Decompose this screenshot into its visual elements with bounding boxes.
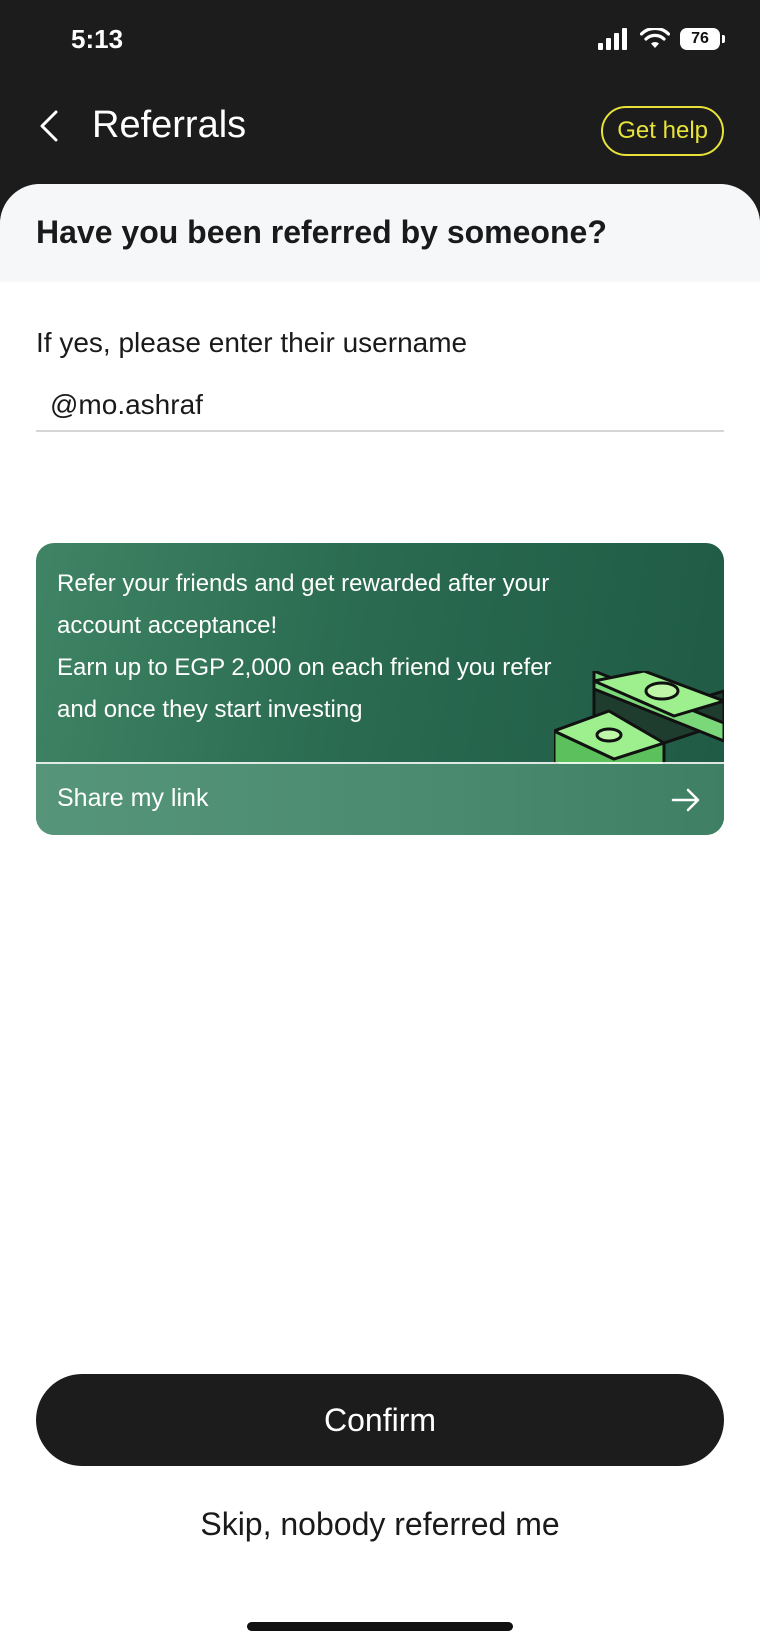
page-title: Referrals [92, 104, 247, 146]
home-indicator [247, 1622, 513, 1631]
chevron-left-icon [40, 110, 58, 142]
share-link-button[interactable]: Share my link [36, 764, 724, 835]
wifi-icon [640, 28, 670, 48]
promo-line-2: Earn up to EGP 2,000 on each friend you … [57, 654, 552, 723]
status-icons: 76 [598, 28, 725, 50]
promo-line-1: Refer your friends and get rewarded afte… [57, 570, 550, 639]
back-button[interactable] [30, 106, 70, 146]
status-time: 5:13 [71, 24, 124, 54]
status-bar: 5:13 76 [0, 0, 760, 84]
username-input[interactable] [36, 380, 724, 432]
nav-bar: Referrals Get help [0, 84, 760, 184]
question-header: Have you been referred by someone? [0, 184, 760, 282]
username-label: If yes, please enter their username [36, 327, 468, 358]
referral-promo-card: Refer your friends and get rewarded afte… [36, 543, 724, 835]
content-sheet: Have you been referred by someone? If ye… [0, 184, 760, 1644]
battery-level: 76 [691, 30, 709, 47]
get-help-button[interactable]: Get help [601, 106, 724, 156]
promo-text: Refer your friends and get rewarded afte… [57, 563, 577, 731]
cellular-signal-icon [598, 28, 627, 50]
question-title: Have you been referred by someone? [36, 214, 607, 250]
skip-button[interactable]: Skip, nobody referred me [0, 1494, 760, 1554]
share-link-label: Share my link [57, 784, 209, 812]
arrow-right-icon [671, 788, 700, 812]
confirm-button[interactable]: Confirm [36, 1374, 724, 1466]
battery-icon: 76 [680, 28, 725, 50]
